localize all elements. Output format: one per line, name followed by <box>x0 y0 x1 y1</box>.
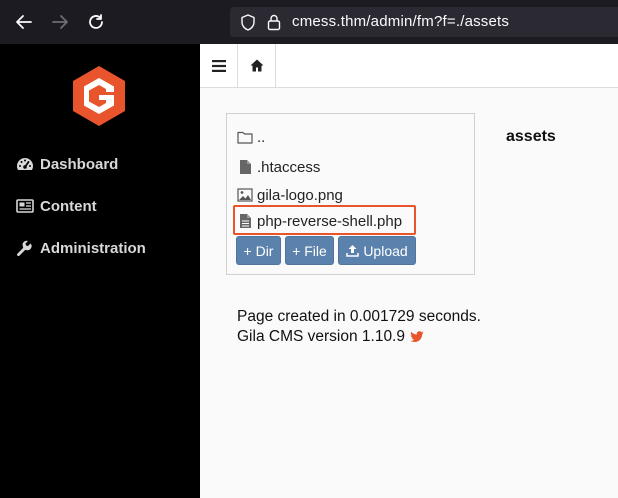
file-name: .. <box>257 128 266 146</box>
file-entry-gila-logo[interactable]: gila-logo.png <box>237 184 343 206</box>
lock-icon[interactable] <box>266 13 282 31</box>
version-text: Gila CMS version 1.10.9 <box>237 328 405 345</box>
browser-toolbar: cmess.thm/admin/fm?f=./assets <box>0 0 618 44</box>
menu-toggle-button[interactable] <box>200 44 238 87</box>
sidebar-item-dashboard[interactable]: Dashboard <box>16 152 118 176</box>
page-created-text: Page created in 0.001729 seconds. <box>237 308 481 325</box>
upload-button[interactable]: Upload <box>338 236 416 265</box>
home-button[interactable] <box>238 44 276 87</box>
file-manager-panel: .. .htaccess gila-logo.png php-reverse-s… <box>226 113 475 275</box>
arrow-right-icon <box>52 15 68 29</box>
twitter-icon[interactable] <box>410 331 424 343</box>
file-icon <box>237 158 253 176</box>
newspaper-icon <box>16 197 34 215</box>
sidebar-item-administration[interactable]: Administration <box>16 236 146 260</box>
home-icon <box>250 59 263 72</box>
upload-icon <box>346 244 360 257</box>
file-name: .htaccess <box>257 158 321 176</box>
file-entry-parent[interactable]: .. <box>237 126 265 148</box>
back-button[interactable] <box>12 10 36 34</box>
sidebar: Dashboard Content Administration <box>0 44 200 498</box>
image-file-icon <box>237 186 253 204</box>
main-content: .. .htaccess gila-logo.png php-reverse-s… <box>200 88 618 498</box>
reload-icon <box>89 14 103 29</box>
reload-button[interactable] <box>84 10 108 34</box>
address-bar[interactable]: cmess.thm/admin/fm?f=./assets <box>230 7 618 37</box>
file-name: php-reverse-shell.php <box>257 212 403 230</box>
upload-label: Upload <box>363 242 408 259</box>
new-file-button[interactable]: + File <box>285 236 334 265</box>
gila-logo[interactable] <box>70 64 128 128</box>
file-entry-php-reverse-shell[interactable]: php-reverse-shell.php <box>237 210 402 232</box>
file-entry-htaccess[interactable]: .htaccess <box>237 156 320 178</box>
sidebar-item-content[interactable]: Content <box>16 194 97 218</box>
top-toolbar <box>200 44 618 88</box>
new-dir-button[interactable]: + Dir <box>236 236 281 265</box>
hamburger-icon <box>211 59 226 72</box>
folder-icon <box>237 128 253 146</box>
url-text[interactable]: cmess.thm/admin/fm?f=./assets <box>292 13 509 30</box>
sidebar-item-label: Administration <box>40 239 146 257</box>
shield-icon[interactable] <box>240 14 256 31</box>
file-name: gila-logo.png <box>257 186 343 204</box>
tachometer-icon <box>16 155 34 173</box>
arrow-left-icon <box>16 15 32 29</box>
forward-button[interactable] <box>48 10 72 34</box>
directory-title: assets <box>506 128 556 145</box>
sidebar-item-label: Dashboard <box>40 155 119 173</box>
wrench-icon <box>16 239 34 257</box>
version-line: Gila CMS version 1.10.9 <box>237 328 424 346</box>
sidebar-item-label: Content <box>40 197 97 215</box>
file-text-icon <box>237 212 253 230</box>
